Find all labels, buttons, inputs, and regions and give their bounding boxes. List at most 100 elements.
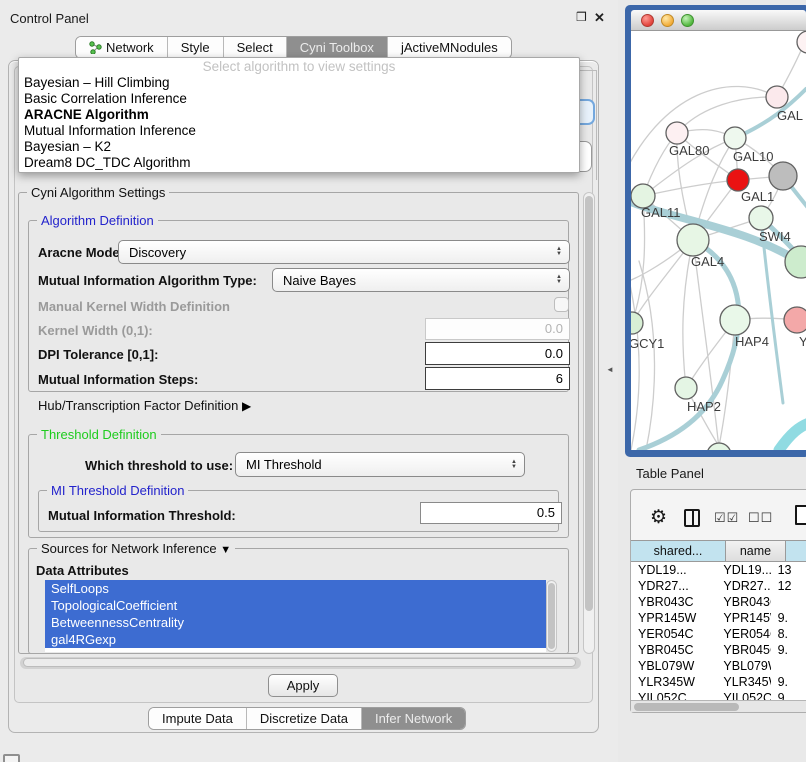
table-row[interactable]: YER054CYER054C8. xyxy=(631,626,806,642)
manual-kernel-checkbox[interactable] xyxy=(554,297,569,312)
table-rows: YDL19...YDL19...13YDR27...YDR27...12YBR0… xyxy=(631,562,806,700)
node-label: GAL10 xyxy=(733,149,773,164)
settings-group-title: Cyni Algorithm Settings xyxy=(27,185,169,200)
table-cell: 13 xyxy=(771,562,806,578)
zoom-window-icon[interactable] xyxy=(681,14,694,27)
tab-select[interactable]: Select xyxy=(223,37,286,58)
network-node[interactable] xyxy=(797,31,806,53)
which-threshold-combo[interactable]: MI Threshold ▲▼ xyxy=(235,452,525,477)
expanded-arrow-icon[interactable]: ▼ xyxy=(220,544,231,556)
network-canvas[interactable]: GALGAL80GAL10GAL1GAL11SWI4GAL4GCY1HAP4YH… xyxy=(631,31,806,450)
aracne-mode-combo[interactable]: Discovery ▲▼ xyxy=(118,240,570,264)
network-window-titlebar[interactable] xyxy=(631,10,806,31)
table-panel-title: Table Panel xyxy=(636,466,704,481)
network-node-gal1[interactable] xyxy=(727,169,749,191)
table-cell: 9. xyxy=(771,674,806,690)
network-node-gal4[interactable] xyxy=(677,224,709,256)
table-horizontal-scrollbar[interactable] xyxy=(631,700,806,712)
network-node[interactable] xyxy=(707,443,731,450)
dropdown-item[interactable]: ARACNE Algorithm xyxy=(19,107,579,123)
network-node-gal10[interactable] xyxy=(724,127,746,149)
settings-vertical-scrollbar[interactable] xyxy=(583,192,595,654)
dropdown-item[interactable]: Bayesian – K2 xyxy=(19,139,579,155)
table-row[interactable]: YLR345WYLR345W9. xyxy=(631,674,806,690)
settings-scrollbar-thumb[interactable] xyxy=(585,196,593,611)
dropdown-item[interactable]: Mutual Information Inference xyxy=(19,123,579,139)
network-view-window: GALGAL80GAL10GAL1GAL11SWI4GAL4GCY1HAP4YH… xyxy=(625,5,806,457)
table-cell: YER054C xyxy=(716,626,770,642)
close-window-icon[interactable] xyxy=(641,14,654,27)
table-row[interactable]: YBR045CYBR045C9. xyxy=(631,642,806,658)
which-threshold-label: Which threshold to use: xyxy=(85,458,233,473)
tab-jactivemnodules[interactable]: jActiveMNodules xyxy=(387,37,511,58)
dpi-tolerance-field[interactable]: 0.0 xyxy=(425,342,570,365)
attributes-scrollbar-thumb[interactable] xyxy=(548,583,555,649)
table-cell: YIL052C xyxy=(716,690,770,700)
select-all-checkboxes-icon[interactable]: ☑☑ xyxy=(714,510,739,526)
table-cell: YLR345W xyxy=(716,674,770,690)
mi-type-combo[interactable]: Naive Bayes ▲▼ xyxy=(272,268,570,292)
dropdown-item[interactable]: Bayesian – Hill Climbing xyxy=(19,75,579,91)
attribute-list-item[interactable]: TopologicalCoefficient xyxy=(45,597,546,614)
attributes-list-scrollbar[interactable] xyxy=(546,580,557,652)
network-node-gal[interactable] xyxy=(766,86,788,108)
network-node[interactable] xyxy=(769,162,797,190)
columns-icon[interactable] xyxy=(684,509,700,527)
tab-style[interactable]: Style xyxy=(167,37,223,58)
data-attributes-list[interactable]: SelfLoopsTopologicalCoefficientBetweenne… xyxy=(45,580,546,652)
mi-steps-field[interactable]: 6 xyxy=(425,367,570,390)
settings-hscrollbar-thumb[interactable] xyxy=(23,658,576,667)
table-cell: YPR145W xyxy=(716,610,770,626)
collapsed-arrow-icon[interactable]: ▶ xyxy=(242,399,251,413)
deselect-all-checkboxes-icon[interactable]: ☐☐ xyxy=(748,510,773,526)
tab-impute-data[interactable]: Impute Data xyxy=(149,708,246,729)
table-row[interactable]: YIL052CYIL052C9 xyxy=(631,690,806,700)
tab-cyni-toolbox[interactable]: Cyni Toolbox xyxy=(286,37,387,58)
table-header-row: shared...name xyxy=(631,540,806,562)
node-label: GCY1 xyxy=(631,336,664,351)
column-header[interactable]: name xyxy=(726,540,786,562)
attribute-list-item[interactable]: gal4RGexp xyxy=(45,631,546,648)
network-node-hap4[interactable] xyxy=(720,305,750,335)
table-row[interactable]: YBR043CYBR043C xyxy=(631,594,806,610)
tab-infer-network[interactable]: Infer Network xyxy=(361,708,465,729)
tab-network[interactable]: Network xyxy=(76,37,167,58)
mi-type-label: Mutual Information Algorithm Type: xyxy=(38,273,257,288)
minimize-window-icon[interactable] xyxy=(661,14,674,27)
table-row[interactable]: YDL19...YDL19...13 xyxy=(631,562,806,578)
table-row[interactable]: YBL079WYBL079W xyxy=(631,658,806,674)
attribute-list-item[interactable]: SelfLoops xyxy=(45,580,546,597)
float-panel-icon[interactable]: ❒ xyxy=(576,10,587,24)
table-cell: YBR045C xyxy=(716,642,770,658)
table-cell: YDL19... xyxy=(631,562,716,578)
dpi-tolerance-label: DPI Tolerance [0,1]: xyxy=(38,347,158,362)
table-hscrollbar-thumb[interactable] xyxy=(634,703,739,711)
gear-icon[interactable]: ⚙ xyxy=(650,506,667,529)
panel-splitter-handle[interactable]: ◄ xyxy=(606,365,614,374)
dock-panel-icon[interactable] xyxy=(3,754,20,762)
kernel-width-label: Kernel Width (0,1): xyxy=(38,323,153,338)
close-panel-icon[interactable]: ✕ xyxy=(594,10,605,26)
table-row[interactable]: YDR27...YDR27...12 xyxy=(631,578,806,594)
mi-threshold-field[interactable]: 0.5 xyxy=(420,502,562,524)
sources-group-title[interactable]: Sources for Network Inference ▼ xyxy=(37,541,235,556)
dropdown-item[interactable]: Basic Correlation Inference xyxy=(19,91,579,107)
tab-discretize-data[interactable]: Discretize Data xyxy=(246,708,361,729)
network-node-swi4[interactable] xyxy=(749,206,773,230)
dropdown-item[interactable]: Dream8 DC_TDC Algorithm xyxy=(19,155,579,171)
hub-section-label: Hub/Transcription Factor Definition xyxy=(38,398,238,413)
network-node-gal80[interactable] xyxy=(666,122,688,144)
hub-section-toggle[interactable]: Hub/Transcription Factor Definition ▶ xyxy=(38,398,251,413)
table-row[interactable]: YPR145WYPR145W9. xyxy=(631,610,806,626)
network-node-gcy1[interactable] xyxy=(631,312,643,334)
column-header[interactable] xyxy=(786,540,806,562)
network-node-hap2[interactable] xyxy=(675,377,697,399)
column-header[interactable]: shared... xyxy=(631,540,726,562)
export-table-icon[interactable] xyxy=(795,505,806,525)
attribute-list-item[interactable]: BetweennessCentrality xyxy=(45,614,546,631)
node-label: GAL1 xyxy=(741,189,774,204)
network-node-y[interactable] xyxy=(784,307,806,333)
kernel-width-field[interactable]: 0.0 xyxy=(425,318,570,340)
settings-horizontal-scrollbar[interactable] xyxy=(20,657,581,669)
apply-button[interactable]: Apply xyxy=(268,674,338,697)
